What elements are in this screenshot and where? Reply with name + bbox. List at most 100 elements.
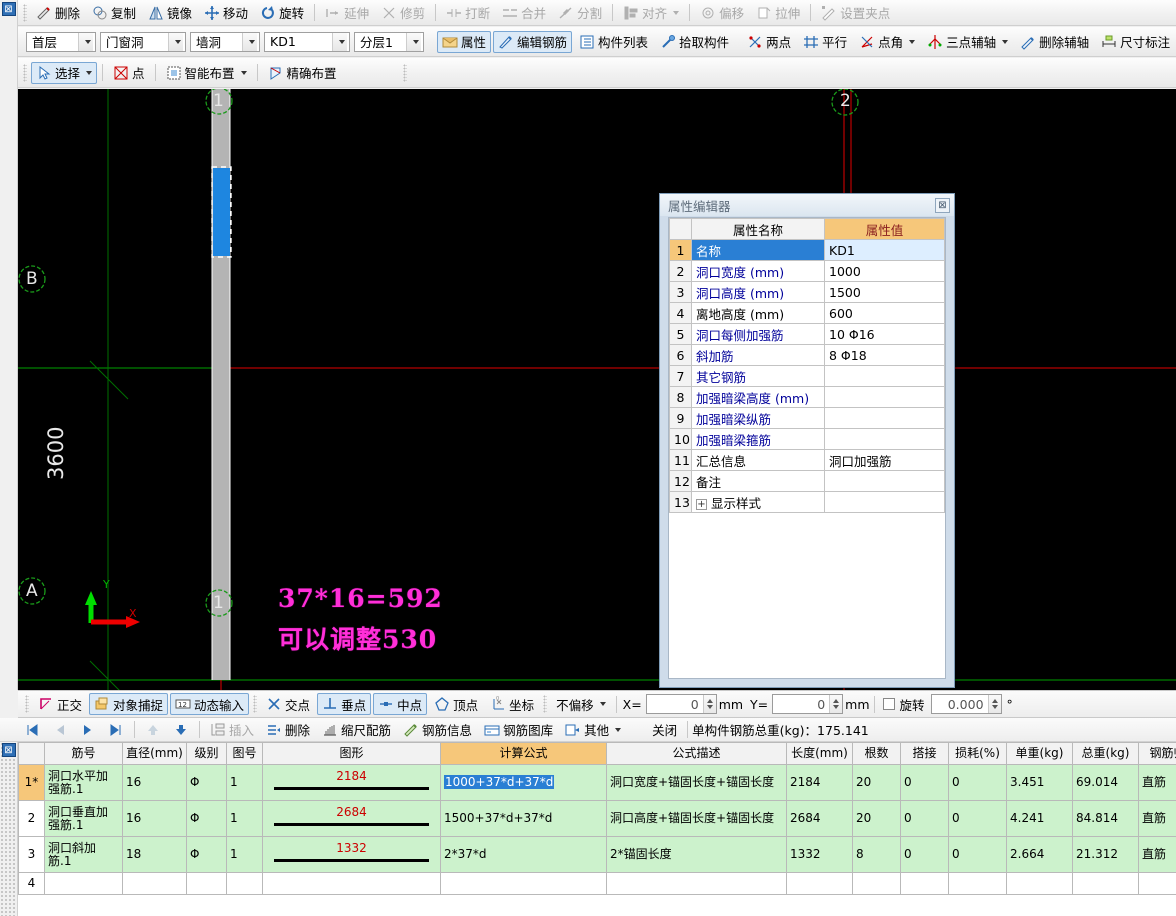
rebar-cell-unitw[interactable]: 3.451 [1006, 764, 1073, 801]
property-row-value[interactable] [824, 491, 945, 513]
rebar-cell-length[interactable]: 2184 [786, 764, 853, 801]
toolbar-button-component-list[interactable]: 构件列表 [574, 31, 653, 53]
rebar-tool-rebar-info[interactable]: 钢筋信息 [398, 719, 477, 741]
property-row[interactable]: 11 汇总信息 洞口加强筋 [669, 449, 945, 471]
rebar-count[interactable]: 20 [856, 811, 871, 825]
toolbar-button-three-point-axis[interactable]: 三点辅轴 [922, 31, 1013, 53]
property-row-value[interactable]: KD1 [824, 239, 945, 261]
rebar-col-length[interactable]: 长度(mm) [786, 742, 853, 765]
snap-mode-object-snap[interactable]: 对象捕捉 [89, 693, 169, 715]
rebar-cell-shape[interactable]: 2184 [262, 764, 441, 801]
rotate-spinner-buttons[interactable] [987, 695, 1001, 713]
rebar-diameter[interactable]: 18 [126, 847, 141, 861]
rebar-length[interactable]: 2184 [790, 775, 821, 789]
drawing-canvas[interactable]: Y X 1 2 B A 1 2 3600 37*16=592 可以调整530 [18, 89, 1176, 690]
rebar-cell-class[interactable]: 直筋 [1138, 764, 1176, 801]
rotate-checkbox[interactable] [882, 698, 895, 710]
toolbar-grip[interactable] [253, 695, 258, 713]
rebar-tool-insert-row[interactable]: 插入 [205, 719, 259, 741]
table-row[interactable]: 2 洞口垂直加强筋.1 16 Φ 1 2684 1500+37*d+37*d 洞… [18, 800, 1176, 837]
rebar-lap[interactable]: 0 [904, 847, 912, 861]
rebar-total-weight[interactable]: 69.014 [1076, 775, 1118, 789]
rebar-col-idx[interactable] [18, 742, 45, 765]
toolbar-button-point[interactable]: 点 [108, 62, 150, 84]
rebar-cell-loss[interactable] [948, 872, 1007, 895]
rebar-cell-desc[interactable] [606, 872, 787, 895]
rebar-cell-name[interactable]: 洞口垂直加强筋.1 [44, 800, 123, 837]
property-row-name[interactable]: + 显示样式 [691, 491, 825, 513]
rebar-cell-shape[interactable]: 2684 [262, 800, 441, 837]
rebar-nav-down[interactable] [168, 719, 194, 741]
property-row-name[interactable]: 斜加筋 [691, 344, 825, 366]
combo-floor[interactable]: 首层 [26, 31, 96, 52]
property-editor-dialog[interactable]: 属性编辑器 ⊠ 属性名称 属性值 1 名称 KD1 2 洞口宽度 (mm) 10… [659, 193, 955, 688]
property-row[interactable]: 10 加强暗梁箍筋 [669, 428, 945, 450]
rebar-col-shape[interactable]: 图形 [262, 742, 441, 765]
toolbar-button-precise-layout[interactable]: 精确布置 [263, 62, 342, 84]
close-tab-icon[interactable]: ⊠ [1, 2, 16, 16]
rebar-formula-text[interactable]: 2*37*d [444, 847, 487, 861]
rebar-unit-weight[interactable]: 4.241 [1010, 811, 1044, 825]
property-row[interactable]: 5 洞口每侧加强筋 10 Φ16 [669, 323, 945, 345]
y-spinner-buttons[interactable] [829, 695, 843, 713]
toolbar-button-parallel[interactable]: 平行 [798, 31, 852, 53]
x-spinner-buttons[interactable] [702, 695, 716, 713]
nav-prev-icon[interactable] [52, 722, 68, 738]
rebar-cell-figno[interactable] [226, 872, 263, 895]
property-row-name[interactable]: 备注 [691, 470, 825, 492]
toolbar-button-dimension[interactable]: 尺寸标注 [1096, 31, 1176, 53]
property-row[interactable]: 7 其它钢筋 [669, 365, 945, 387]
rebar-cell-count[interactable]: 20 [852, 764, 901, 801]
rebar-cell-lap[interactable]: 0 [900, 764, 949, 801]
rebar-col-unitw[interactable]: 单重(kg) [1006, 742, 1073, 765]
combo-layer[interactable]: 分层1 [354, 31, 424, 52]
toolbar-button-delete[interactable]: 删除 [31, 2, 85, 24]
property-row-value[interactable]: 洞口加强筋 [824, 449, 945, 471]
rebar-cell-formula[interactable]: 1500+37*d+37*d [440, 800, 607, 837]
toolbar-grip[interactable] [23, 63, 27, 82]
property-row[interactable]: 8 加强暗梁高度 (mm) [669, 386, 945, 408]
rebar-cell-unitw[interactable] [1006, 872, 1073, 895]
table-row[interactable]: 1* 洞口水平加强筋.1 16 Φ 1 2184 1000+37*d+37*d … [18, 764, 1176, 801]
toolbar-button-smart-layout[interactable]: 智能布置 [161, 62, 252, 84]
rebar-col-totalw[interactable]: 总重(kg) [1072, 742, 1139, 765]
toolbar-button-edit-rebar[interactable]: 编辑钢筋 [493, 30, 573, 53]
property-row[interactable]: 12 备注 [669, 470, 945, 492]
chevron-down-icon[interactable] [86, 70, 93, 75]
toolbar-grip[interactable] [402, 63, 407, 82]
rebar-cell-grade[interactable]: Φ [186, 800, 227, 837]
chevron-down-icon[interactable] [406, 32, 421, 51]
nav-first-icon[interactable] [24, 722, 40, 738]
table-row[interactable]: 4 [18, 872, 1176, 895]
rebar-loss[interactable]: 0 [952, 811, 960, 825]
snap-intersection[interactable]: 交点 [261, 693, 315, 715]
rebar-grade[interactable]: Φ [190, 775, 199, 789]
toolbar-button-trim[interactable]: 修剪 [376, 2, 430, 24]
expand-icon[interactable]: + [696, 498, 707, 510]
property-row[interactable]: 6 斜加筋 8 Φ18 [669, 344, 945, 366]
rebar-cell-grade[interactable] [186, 872, 227, 895]
dialog-title-bar[interactable]: 属性编辑器 ⊠ [660, 194, 954, 216]
combo-component-type[interactable]: 墙洞 [190, 31, 260, 52]
toolbar-button-mirror[interactable]: 镜像 [143, 2, 197, 24]
rebar-total-weight[interactable]: 84.814 [1076, 811, 1118, 825]
rebar-cell-dia[interactable]: 16 [122, 764, 187, 801]
toolbar-button-merge[interactable]: 合并 [497, 2, 551, 24]
property-row-value[interactable] [824, 386, 945, 408]
toolbar-button-break[interactable]: 打断 [441, 2, 495, 24]
rebar-unit-weight[interactable]: 2.664 [1010, 847, 1044, 861]
nav-down-icon[interactable] [173, 722, 189, 738]
property-row-value[interactable]: 1500 [824, 281, 945, 303]
rebar-cell-lap[interactable] [900, 872, 949, 895]
rebar-cell-name[interactable]: 洞口水平加强筋.1 [44, 764, 123, 801]
rebar-description[interactable]: 洞口高度+锚固长度+锚固长度 [610, 811, 774, 825]
rebar-cell-totalw[interactable]: 84.814 [1072, 800, 1139, 837]
rebar-total-weight[interactable]: 21.312 [1076, 847, 1118, 861]
property-row-value[interactable] [824, 470, 945, 492]
rebar-count[interactable]: 8 [856, 847, 864, 861]
toolbar-button-delete-axis[interactable]: 删除辅轴 [1015, 31, 1094, 53]
chevron-down-icon[interactable] [615, 727, 622, 732]
rebar-cell-desc[interactable]: 洞口宽度+锚固长度+锚固长度 [606, 764, 787, 801]
rebar-cell-grade[interactable]: Φ [186, 764, 227, 801]
rebar-count[interactable]: 20 [856, 775, 871, 789]
